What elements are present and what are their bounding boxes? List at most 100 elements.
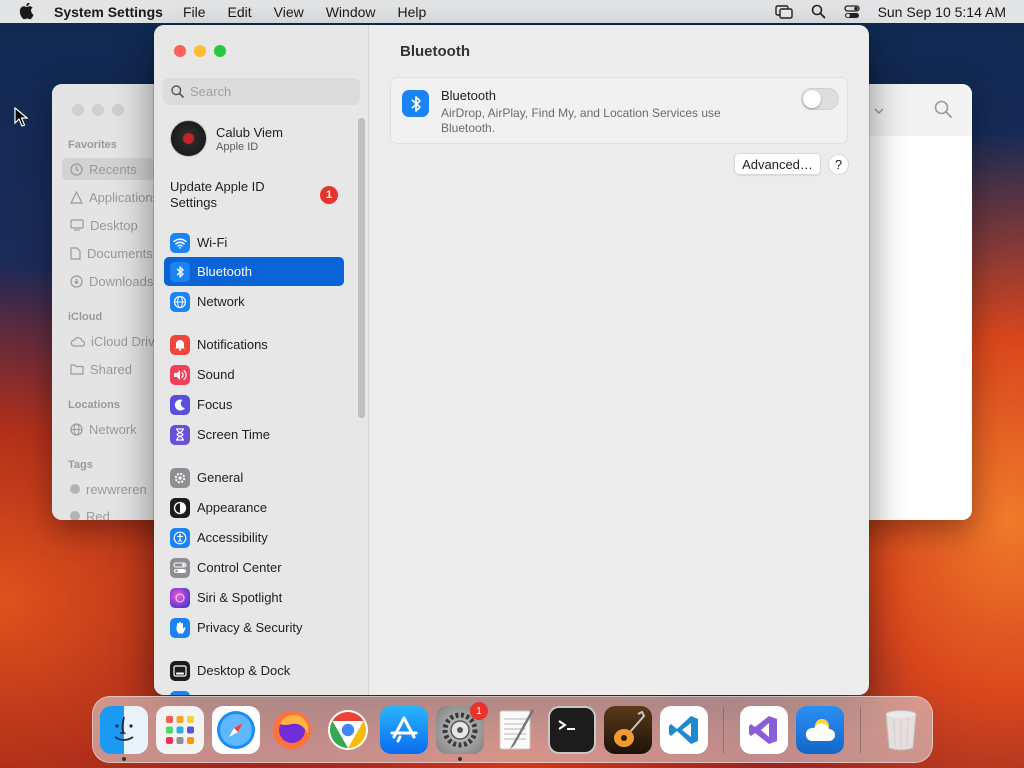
wifi-icon — [170, 232, 190, 253]
cloud-icon — [70, 336, 85, 347]
finder-item-tag-rewwreren[interactable]: rewwreren — [70, 478, 147, 500]
finder-item-label: Downloads — [89, 273, 154, 289]
apple-id-account[interactable]: Calub Viem Apple ID — [170, 120, 283, 157]
help-button[interactable]: ? — [828, 154, 849, 175]
finder-item-icloud-drive[interactable]: iCloud Drive — [70, 330, 162, 352]
finder-zoom-button[interactable] — [112, 104, 124, 116]
finder-sidebar: Favorites Recents Applications Desktop D… — [52, 84, 162, 520]
appearance-icon — [170, 497, 190, 518]
minimize-button[interactable] — [194, 45, 206, 57]
account-name: Calub Viem — [216, 124, 283, 140]
finder-item-applications[interactable]: Applications — [70, 186, 159, 208]
bluetooth-icon — [402, 90, 429, 117]
finder-item-shared[interactable]: Shared — [70, 358, 132, 380]
running-indicator — [458, 757, 462, 761]
chevron-down-icon[interactable] — [874, 102, 884, 120]
sidebar-item-control-center[interactable]: Control Center — [164, 553, 344, 582]
nav-label: Appearance — [197, 500, 268, 515]
menu-view[interactable]: View — [274, 4, 304, 20]
accessibility-icon — [170, 527, 190, 548]
finder-item-label: Recents — [89, 161, 137, 177]
dock-vscode-icon[interactable] — [660, 706, 708, 754]
tag-dot-icon — [70, 511, 80, 520]
download-icon — [70, 274, 83, 288]
sidebar-item-next[interactable] — [164, 686, 344, 695]
control-center-icon — [170, 557, 190, 578]
account-subtitle: Apple ID — [216, 140, 259, 153]
finder-item-label: Documents — [87, 245, 153, 261]
sidebar-item-appearance[interactable]: Appearance — [164, 493, 344, 522]
dock-launchpad-icon[interactable] — [156, 706, 204, 754]
finder-item-desktop[interactable]: Desktop — [70, 214, 138, 236]
dock-chrome-icon[interactable] — [324, 706, 372, 754]
search-input[interactable] — [190, 84, 350, 99]
finder-section-favorites: Favorites — [68, 139, 117, 151]
sidebar-item-siri-spotlight[interactable]: Siri & Spotlight — [164, 583, 344, 612]
dock-visual-studio-icon[interactable] — [740, 706, 788, 754]
finder-item-downloads[interactable]: Downloads — [70, 270, 153, 292]
menubar-clock[interactable]: Sun Sep 10 5:14 AM — [878, 4, 1006, 20]
app-name-menu[interactable]: System Settings — [54, 4, 163, 20]
bluetooth-toggle[interactable] — [801, 88, 839, 110]
menu-help[interactable]: Help — [398, 4, 427, 20]
tag-dot-icon — [70, 484, 80, 494]
spotlight-search-icon[interactable] — [811, 4, 826, 19]
sidebar-scrollbar[interactable] — [358, 118, 365, 418]
dock-trash-icon[interactable] — [877, 706, 925, 754]
nav-label: General — [197, 470, 244, 485]
nav-label: Focus — [197, 397, 233, 412]
sidebar-item-privacy-security[interactable]: Privacy & Security — [164, 613, 344, 642]
nav-label: Network — [197, 294, 245, 309]
finder-minimize-button[interactable] — [92, 104, 104, 116]
menu-window[interactable]: Window — [326, 4, 376, 20]
sidebar-item-network[interactable]: Network — [164, 287, 344, 316]
dock-weather-icon[interactable] — [796, 706, 844, 754]
sidebar-item-accessibility[interactable]: Accessibility — [164, 523, 344, 552]
apple-menu-icon[interactable] — [18, 2, 36, 21]
menu-file[interactable]: File — [183, 4, 206, 20]
sidebar-search[interactable] — [163, 78, 360, 105]
sidebar-item-screen-time[interactable]: Screen Time — [164, 420, 344, 449]
dock-textedit-icon[interactable] — [492, 706, 540, 754]
finder-item-tag-red[interactable]: Red — [70, 505, 110, 520]
finder-item-documents[interactable]: Documents — [70, 242, 153, 264]
avatar — [170, 120, 207, 157]
update-apple-id-settings[interactable]: Update Apple ID Settings — [170, 179, 300, 211]
finder-search-icon[interactable] — [934, 100, 952, 123]
nav-label: Bluetooth — [197, 264, 252, 279]
dock-safari-icon[interactable] — [212, 706, 260, 754]
finder-window-controls — [72, 104, 124, 116]
finder-item-label: rewwreren — [86, 481, 147, 497]
finder-item-network[interactable]: Network — [70, 418, 137, 440]
dock-garageband-icon[interactable] — [604, 706, 652, 754]
sidebar-item-focus[interactable]: Focus — [164, 390, 344, 419]
sidebar-item-sound[interactable]: Sound — [164, 360, 344, 389]
nav-label: Privacy & Security — [197, 620, 303, 635]
sidebar-item-bluetooth[interactable]: Bluetooth — [164, 257, 344, 286]
sidebar-item-wifi[interactable]: Wi-Fi — [164, 228, 344, 257]
dock-terminal-icon[interactable] — [548, 706, 596, 754]
dock-firefox-icon[interactable] — [268, 706, 316, 754]
globe-icon — [170, 291, 190, 312]
sidebar-item-notifications[interactable]: Notifications — [164, 330, 344, 359]
dock-finder-icon[interactable] — [100, 706, 148, 754]
toggle-knob — [803, 90, 821, 108]
advanced-button[interactable]: Advanced… — [734, 153, 821, 175]
nav-label: Wi-Fi — [197, 235, 228, 250]
control-center-menu-icon[interactable] — [843, 4, 860, 19]
sidebar-item-general[interactable]: General — [164, 463, 344, 492]
close-button[interactable] — [174, 45, 186, 57]
speaker-icon — [170, 364, 190, 385]
zoom-button[interactable] — [214, 45, 226, 57]
finder-close-button[interactable] — [72, 104, 84, 116]
dock-separator — [723, 707, 724, 753]
screen-mirroring-icon[interactable] — [774, 4, 793, 19]
finder-item-recents[interactable]: Recents — [62, 158, 154, 180]
siri-icon — [170, 587, 190, 608]
menu-edit[interactable]: Edit — [228, 4, 252, 20]
sidebar-item-desktop-dock[interactable]: Desktop & Dock — [164, 656, 344, 685]
nav-label: Siri & Spotlight — [197, 590, 283, 605]
dock-app-store-icon[interactable] — [380, 706, 428, 754]
nav-label: Notifications — [197, 337, 268, 352]
display-icon — [170, 690, 190, 695]
